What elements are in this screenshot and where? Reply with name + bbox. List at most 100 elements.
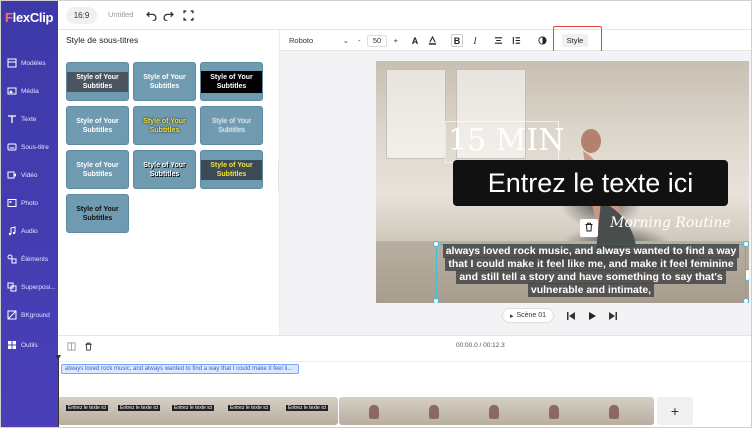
subtitle-style-tile[interactable]: Style of Your Subtitles <box>66 62 129 101</box>
sidebar-item-media[interactable]: Média <box>1 78 58 104</box>
font-size-input[interactable]: 50 <box>367 34 388 47</box>
sidebar-item-label: Média <box>21 87 39 95</box>
sidebar-item-subtitle[interactable]: Sous-titre <box>1 134 58 160</box>
subtitle-style-tile[interactable]: Style of Your Subtitles <box>133 150 196 189</box>
duration-text[interactable]: 15 MIN <box>448 123 565 158</box>
line-spacing-icon[interactable] <box>510 34 522 47</box>
sidebar-item-video[interactable]: Vidéo <box>1 162 58 188</box>
sidebar-item-label: Superposi... <box>21 283 56 291</box>
fullscreen-icon[interactable] <box>181 8 195 22</box>
resize-handle[interactable] <box>743 298 749 303</box>
next-scene-icon[interactable] <box>606 309 620 323</box>
thumbnail-figure <box>369 405 379 419</box>
sidebar-item-label: Sous-titre <box>21 143 49 151</box>
elements-icon <box>6 254 17 265</box>
undo-icon[interactable] <box>144 8 158 22</box>
sidebar-item-label: Éléments <box>21 255 49 263</box>
top-bar: 16:9 Untitled <box>58 1 751 30</box>
subtitle-style-tile[interactable]: Style of Your Subtitles <box>200 62 263 101</box>
app-window: FlexClip Modèles Média Texte Sous-titre … <box>0 0 752 428</box>
sidebar-item-label: Modèles <box>21 59 46 67</box>
tools-icon <box>6 340 17 351</box>
redo-icon[interactable] <box>161 8 175 22</box>
subtitle-style-tile[interactable]: Style of Your Subtitles <box>66 194 129 233</box>
subtitle-clip[interactable]: always loved rock music, and always want… <box>61 364 299 374</box>
subtitle-style-tile[interactable]: Style of Your Subtitles <box>200 150 263 189</box>
subtitle-style-tile[interactable]: Style of Your Subtitles <box>66 106 129 145</box>
play-small-icon: ▸ <box>509 312 514 320</box>
video-track: Entrez le texte ici Entrez le texte ici … <box>58 397 654 425</box>
text-color-icon[interactable]: A <box>409 34 421 47</box>
background-icon <box>6 310 17 321</box>
trash-icon <box>584 222 594 235</box>
play-icon[interactable] <box>585 309 599 323</box>
tagline-text[interactable]: Morning Routine <box>610 215 731 231</box>
video-clip[interactable]: Entrez le texte ici Entrez le texte ici … <box>58 397 338 425</box>
chevron-down-icon: ⌄ <box>342 36 349 45</box>
video-clip[interactable] <box>339 397 654 425</box>
thumbnail-figure <box>429 405 439 419</box>
photo-icon <box>6 198 17 209</box>
flexclip-logo[interactable]: FlexClip <box>5 10 53 25</box>
sidebar-item-templates[interactable]: Modèles <box>1 50 58 76</box>
media-icon <box>6 86 17 97</box>
sidebar-item-label: Photo <box>21 199 38 207</box>
subtitle-style-tile[interactable]: Style of Your Subtitles <box>133 106 196 145</box>
previous-scene-icon[interactable] <box>564 309 578 323</box>
sidebar-item-label: Outils <box>21 341 38 349</box>
templates-icon <box>6 58 17 69</box>
bold-icon[interactable]: B <box>451 34 463 47</box>
video-preview[interactable]: 15 MIN Entrez le texte ici Morning Routi… <box>376 61 749 303</box>
sidebar-item-elements[interactable]: Éléments <box>1 246 58 272</box>
panel-title: Style de sous-titres <box>66 35 139 45</box>
delete-element-button[interactable] <box>580 219 598 237</box>
canvas-area: 15 MIN Entrez le texte ici Morning Routi… <box>280 51 751 335</box>
subtitle-style-tile[interactable]: Style of Your Subtitles <box>66 150 129 189</box>
highlight-annotation <box>553 26 602 52</box>
audio-icon <box>6 226 17 237</box>
subtitle-style-tile[interactable]: Style of Your Subtitles <box>200 106 263 145</box>
sidebar-item-label: BKground <box>21 311 50 319</box>
size-decrease-button[interactable]: - <box>358 36 361 45</box>
sidebar-item-audio[interactable]: Audio <box>1 218 58 244</box>
sidebar-item-text[interactable]: Texte <box>1 106 58 132</box>
split-icon[interactable] <box>65 340 77 352</box>
trash-icon[interactable] <box>82 340 94 352</box>
thumbnail-figure <box>489 405 499 419</box>
scene-selector[interactable]: ▸ Scène 01 <box>502 308 554 323</box>
highlight-color-icon[interactable] <box>426 34 438 47</box>
font-select[interactable]: Roboto ⌄ <box>289 34 349 47</box>
headline-text[interactable]: Entrez le texte ici <box>453 160 728 206</box>
italic-icon[interactable]: I <box>469 34 481 47</box>
timeline: 00:00.0 / 00:12.3 always loved rock musi… <box>55 335 751 427</box>
aspect-ratio-button[interactable]: 16:9 <box>66 7 97 24</box>
thumbnail-figure <box>549 405 559 419</box>
sidebar-item-tools[interactable]: Outils <box>1 332 58 358</box>
subtitle-style-panel: Style de sous-titres Style of Your Subti… <box>58 30 280 335</box>
project-title[interactable]: Untitled <box>108 10 133 19</box>
subtitle-text[interactable]: always loved rock music, and always want… <box>436 244 746 297</box>
resize-handle[interactable] <box>433 298 439 303</box>
sidebar-item-label: Vidéo <box>21 171 38 179</box>
opacity-icon[interactable] <box>536 34 548 47</box>
subtitle-style-tile[interactable]: Style of Your Subtitles <box>133 62 196 101</box>
playhead[interactable] <box>55 355 61 427</box>
size-increase-button[interactable]: + <box>394 36 398 45</box>
sidebar-item-label: Texte <box>21 115 37 123</box>
timecode: 00:00.0 / 00:12.3 <box>456 342 505 349</box>
sidebar-item-label: Audio <box>21 227 38 235</box>
subtitle-icon <box>6 142 17 153</box>
align-center-icon[interactable] <box>492 34 504 47</box>
sidebar-item-background[interactable]: BKground <box>1 302 58 328</box>
overlay-icon <box>6 282 17 293</box>
sidebar-item-photo[interactable]: Photo <box>1 190 58 216</box>
timeline-ruler[interactable] <box>58 356 751 362</box>
font-size-stepper[interactable]: - 50 + <box>358 34 398 47</box>
sidebar-nav: FlexClip Modèles Média Texte Sous-titre … <box>1 1 58 427</box>
add-scene-button[interactable]: + <box>657 397 693 425</box>
text-icon <box>6 114 17 125</box>
video-icon <box>6 170 17 181</box>
sidebar-item-overlay[interactable]: Superposi... <box>1 274 58 300</box>
window-decor <box>386 69 446 159</box>
text-toolbar: Roboto ⌄ - 50 + A B I Style <box>280 26 751 52</box>
